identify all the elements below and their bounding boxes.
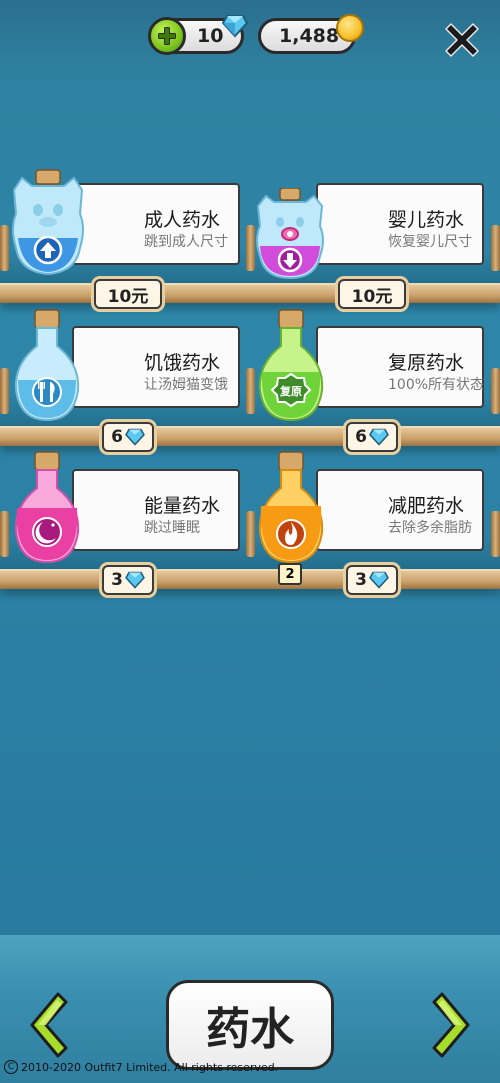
shelf-post: [0, 368, 9, 414]
potion-desc: 100%所有状态: [388, 377, 485, 393]
price-tag-slim[interactable]: 3: [346, 565, 398, 595]
price-value: 3: [111, 570, 123, 590]
gem-icon: [124, 571, 145, 589]
gem-icon: [124, 428, 145, 446]
price-value: 6: [355, 427, 367, 447]
copyright-text: 2010-2020 Outfit7 Limited. All rights re…: [21, 1060, 279, 1074]
potion-desc: 跳过睡眠: [144, 520, 200, 536]
previous-arrow-icon[interactable]: [24, 990, 68, 1060]
coin-count: 1,488: [279, 25, 340, 47]
potion-name: 成人药水: [144, 209, 221, 231]
shelf-post: [491, 368, 500, 414]
close-icon[interactable]: [440, 18, 484, 62]
category-title: 药水: [166, 980, 334, 1070]
shelf-post: [0, 511, 9, 557]
price-value: 10元: [351, 286, 393, 307]
gem-icon: [368, 571, 389, 589]
gem-count: 10: [197, 25, 224, 47]
price-tag-energy[interactable]: 3: [102, 565, 154, 595]
copyright-icon: C: [4, 1060, 18, 1074]
shelf-post: [491, 225, 500, 271]
shelf-post: [491, 511, 500, 557]
owned-count: 2: [285, 566, 295, 582]
price-tag-restore[interactable]: 6: [346, 422, 398, 452]
potion-card-hunger[interactable]: 饥饿药水 让汤姆猫变饿: [72, 326, 240, 408]
potion-card-energy[interactable]: 能量药水 跳过睡眠: [72, 469, 240, 551]
potion-desc: 让汤姆猫变饿: [144, 377, 228, 393]
price-value: 6: [111, 427, 123, 447]
restore-potion-bottle-icon: 复原: [258, 309, 324, 422]
owned-count-badge: 2: [278, 563, 302, 585]
price-tag-adult[interactable]: 10元: [94, 279, 162, 309]
potion-card-slim[interactable]: 减肥药水 去除多余脂肪: [316, 469, 484, 551]
price-tag-hunger[interactable]: 6: [102, 422, 154, 452]
gem-icon: [368, 428, 389, 446]
potion-card-baby[interactable]: 婴儿药水 恢复婴儿尺寸: [316, 183, 484, 265]
price-tag-baby[interactable]: 10元: [338, 279, 406, 309]
potion-name: 能量药水: [144, 495, 221, 517]
coin-icon: [336, 14, 364, 42]
potion-card-restore[interactable]: 复原药水 100%所有状态: [316, 326, 484, 408]
potion-name: 婴儿药水: [388, 209, 465, 231]
potion-name: 饥饿药水: [144, 352, 221, 374]
potion-desc: 跳到成人尺寸: [144, 234, 228, 250]
top-shade: [0, 0, 500, 70]
potion-name: 复原药水: [388, 352, 465, 374]
price-value: 3: [355, 570, 367, 590]
energy-potion-bottle-icon: [14, 451, 80, 564]
category-title-text: 药水: [206, 1004, 294, 1055]
potion-card-adult[interactable]: 成人药水 跳到成人尺寸: [72, 183, 240, 265]
plus-icon: [158, 27, 176, 45]
baby-potion-bottle-icon: [256, 188, 324, 280]
next-arrow-icon[interactable]: [432, 990, 476, 1060]
adult-potion-bottle-icon: [12, 169, 84, 276]
price-value: 10元: [107, 286, 149, 307]
gem-icon: [222, 15, 248, 38]
shelf: [0, 426, 500, 446]
potion-desc: 去除多余脂肪: [388, 520, 472, 536]
slim-potion-bottle-icon: [258, 451, 324, 564]
add-gems-button[interactable]: [148, 17, 186, 55]
copyright-notice: C 2010-2020 Outfit7 Limited. All rights …: [4, 1060, 278, 1074]
shelf: [0, 283, 500, 303]
shelf: [0, 569, 500, 589]
hunger-potion-bottle-icon: [14, 309, 80, 422]
potion-name: 减肥药水: [388, 495, 465, 517]
potion-desc: 恢复婴儿尺寸: [388, 234, 472, 250]
restore-bottle-label: 复原: [279, 384, 302, 398]
